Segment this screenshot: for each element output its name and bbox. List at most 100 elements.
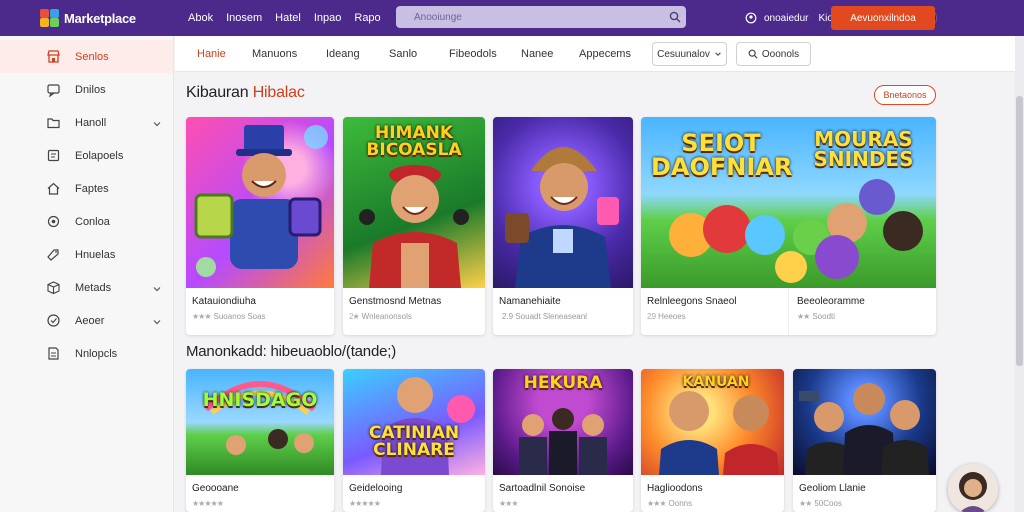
game-title: Sartoadlnil Sonoise	[499, 483, 586, 494]
category-tab[interactable]: Nanee	[521, 48, 553, 60]
game-meta-text: Suoanos Soas	[213, 312, 266, 321]
chat-icon	[45, 82, 61, 98]
search-button[interactable]: Ooonols	[736, 42, 811, 66]
thumbnail-subtitle: MOURAS SNINDES	[813, 127, 914, 171]
top-nav: Abok Inosem Hatel Inpao Rapo	[188, 12, 394, 24]
game-thumbnail: HEKURA	[493, 369, 633, 475]
account-link[interactable]: onoaiedur	[764, 13, 808, 24]
game-thumbnail	[793, 369, 936, 475]
game-card[interactable]: Geoliom Llanie ★★ 50Coos	[793, 369, 936, 512]
category-tab[interactable]: Fibeodols	[449, 48, 497, 60]
sidebar-item-eolapoels[interactable]: Eolapoels	[0, 139, 173, 172]
sidebar-item-dnilos[interactable]: Dnilos	[0, 73, 173, 106]
store-icon	[45, 49, 61, 65]
game-thumbnail: HNISDAGO	[186, 369, 334, 475]
game-title: Relnleegons Snaeol	[647, 296, 737, 307]
gear-icon	[45, 214, 61, 230]
game-title: Geidelooing	[349, 483, 403, 494]
game-card[interactable]: CATINIAN CLINARE Geidelooing ★★★★★	[343, 369, 485, 512]
game-meta: 2.9 Heeoes	[641, 312, 686, 321]
game-meta: ★★★	[493, 499, 633, 508]
game-title: Katauiondiuha	[192, 296, 256, 307]
rating-stars: 2★	[349, 312, 360, 321]
primary-action-button[interactable]: Aevuonxilndoa	[831, 6, 935, 30]
top-nav-link[interactable]: Hatel	[275, 12, 301, 24]
sidebar-item-hanoll[interactable]: Hanoll	[0, 106, 173, 139]
folder-icon	[45, 115, 61, 131]
sidebar-item-metads[interactable]: Metads	[0, 271, 173, 304]
game-meta-text: Heeoes	[658, 312, 686, 321]
home-icon	[45, 181, 61, 197]
chevron-down-icon[interactable]	[152, 314, 162, 332]
sidebar-item-label: Metads	[75, 281, 112, 294]
rating-stars: ★★★	[647, 499, 666, 508]
category-tab[interactable]: Ideang	[326, 48, 360, 60]
sidebar-item-label: Hnuelas	[75, 248, 116, 261]
brand-name: Marketplace	[64, 10, 136, 26]
section-title-accent: Hibalac	[252, 84, 305, 101]
search-icon[interactable]	[664, 6, 686, 28]
game-card[interactable]: KANUAN Haglioodons ★★★ Oonns	[641, 369, 784, 512]
game-meta: 2.9 Souadt Sleneaseanl	[493, 312, 633, 321]
thumbnail-title: CATINIAN CLINARE	[368, 423, 460, 460]
sidebar-item-label: Eolapoels	[75, 149, 124, 162]
top-nav-link[interactable]: Rapo	[354, 12, 380, 24]
game-meta: ★★★★★	[343, 499, 485, 508]
rating-stars: ★★★	[499, 499, 518, 508]
sidebar-item-nnlopcls[interactable]: Nnlopcls	[0, 337, 173, 370]
sidebar-item-conloa[interactable]: Conloa	[0, 205, 173, 238]
document-icon	[45, 346, 61, 362]
sidebar-item-label: Faptes	[75, 182, 109, 195]
category-tab[interactable]: Manuons	[252, 48, 297, 60]
filter-button[interactable]: Cesuunalov	[652, 42, 727, 66]
game-meta-text: Wnleanonsols	[361, 312, 412, 321]
sidebar-item-label: Dnilos	[75, 83, 106, 96]
game-meta: ★★★★★	[186, 499, 334, 508]
scrollbar[interactable]	[1015, 36, 1024, 512]
game-meta-text: 50Coos	[814, 499, 842, 508]
game-thumbnail: CATINIAN CLINARE	[343, 369, 485, 475]
category-tab[interactable]: Appecems	[579, 48, 631, 60]
box-icon	[45, 280, 61, 296]
account-icon[interactable]	[742, 9, 760, 27]
tag-icon	[45, 247, 61, 263]
top-nav-link[interactable]: Inosem	[226, 12, 262, 24]
category-tab[interactable]: Sanlo	[389, 48, 417, 60]
game-card[interactable]: HEKURA Sartoadlnil Sonoise ★★★	[493, 369, 633, 512]
search-button-label: Ooonols	[761, 48, 800, 60]
rating-stars: ★★	[797, 312, 810, 321]
sidebar-item-aeoer[interactable]: Aeoer	[0, 304, 173, 337]
search-box	[396, 6, 686, 28]
rating-stars: ★★★★★	[192, 499, 224, 508]
game-title: Beeoleoramme	[797, 296, 865, 307]
chevron-down-icon[interactable]	[152, 116, 162, 134]
search-input[interactable]	[396, 11, 664, 23]
scrollbar-thumb[interactable]	[1016, 96, 1023, 366]
game-meta: ★★ Soodti	[791, 312, 835, 321]
top-nav-link[interactable]: Inpao	[314, 12, 342, 24]
game-thumbnail: SEIOT DAOFNIAR MOURAS SNINDES	[641, 117, 936, 288]
sidebar-item-faptes[interactable]: Faptes	[0, 172, 173, 205]
game-card[interactable]: Katauiondiuha ★★★ Suoanos Soas	[186, 117, 334, 335]
rating-stars: ★★★	[192, 312, 211, 321]
game-card[interactable]: HNISDAGO Geoooane ★★★★★	[186, 369, 334, 512]
search-icon	[748, 49, 758, 59]
chevron-down-icon[interactable]	[152, 281, 162, 299]
sidebar-item-hnuelas[interactable]: Hnuelas	[0, 238, 173, 271]
game-card[interactable]: HIMANK BICOASLA Genstmosnd Metnas 2★ Wnle…	[343, 117, 485, 335]
game-thumbnail	[493, 117, 633, 288]
sidebar-item-label: Conloa	[75, 215, 110, 228]
game-card[interactable]: Namanehiaite 2.9 Souadt Sleneaseanl	[493, 117, 633, 335]
game-thumbnail	[186, 117, 334, 288]
sidebar-item-senlos[interactable]: Senlos	[0, 40, 173, 73]
filter-button-label: Cesuunalov	[657, 48, 710, 60]
game-meta: ★★★ Oonns	[641, 499, 784, 508]
category-tab[interactable]: Hanie	[197, 48, 226, 60]
top-nav-link[interactable]: Abok	[188, 12, 213, 24]
game-card[interactable]: SEIOT DAOFNIAR MOURAS SNINDES Relnleegon…	[641, 117, 936, 335]
game-meta-text: Oonns	[668, 499, 693, 508]
support-chat-avatar[interactable]	[948, 464, 998, 512]
brand[interactable]: Marketplace	[40, 9, 180, 27]
marketplace-logo-icon	[40, 9, 60, 27]
see-all-button[interactable]: Bnetaonos	[874, 85, 936, 105]
